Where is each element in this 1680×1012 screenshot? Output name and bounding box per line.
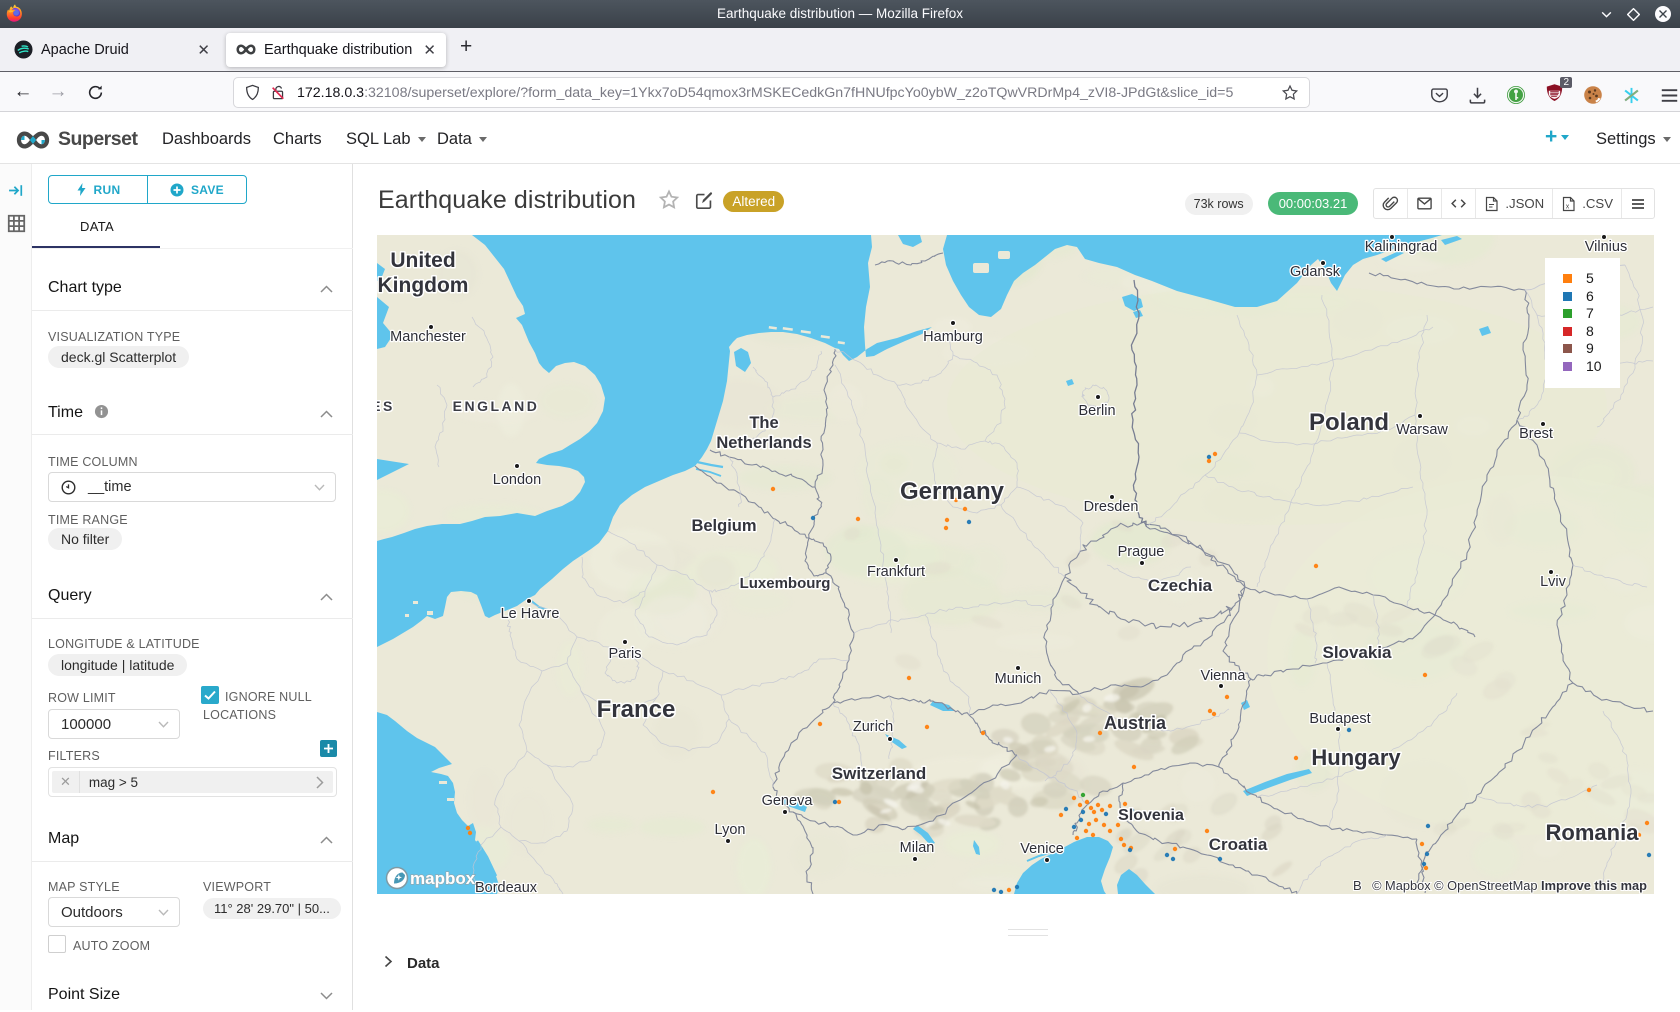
svg-text:6: 6 — [1586, 288, 1594, 304]
svg-text:Paris: Paris — [608, 646, 641, 662]
svg-text:Munich: Munich — [995, 671, 1042, 687]
svg-text:Prague: Prague — [1118, 544, 1165, 560]
svg-text:Zurich: Zurich — [853, 719, 893, 735]
svg-text:5: 5 — [1586, 270, 1594, 286]
svg-text:ES: ES — [377, 398, 395, 414]
svg-text:Czechia: Czechia — [1148, 576, 1213, 595]
svg-text:The: The — [749, 414, 778, 432]
svg-text:© Mapbox © OpenStreetMap Impro: © Mapbox © OpenStreetMap Improve this ma… — [1372, 878, 1647, 893]
svg-text:Bordeaux: Bordeaux — [475, 880, 538, 894]
svg-text:Kingdom: Kingdom — [378, 274, 469, 297]
svg-text:London: London — [493, 472, 541, 488]
svg-text:Switzerland: Switzerland — [832, 764, 926, 783]
svg-text:10: 10 — [1586, 358, 1602, 374]
svg-text:Slovakia: Slovakia — [1323, 643, 1393, 662]
svg-text:Poland: Poland — [1309, 409, 1389, 436]
svg-text:mapbox: mapbox — [410, 869, 476, 888]
svg-text:Lviv: Lviv — [1540, 574, 1567, 590]
svg-text:9: 9 — [1586, 340, 1594, 356]
svg-text:Austria: Austria — [1104, 713, 1167, 733]
svg-text:Croatia: Croatia — [1209, 835, 1268, 854]
svg-text:France: France — [597, 696, 676, 723]
svg-text:Warsaw: Warsaw — [1396, 422, 1448, 438]
svg-text:7: 7 — [1586, 305, 1594, 321]
svg-text:Venice: Venice — [1020, 841, 1064, 857]
svg-text:Manchester: Manchester — [390, 329, 466, 345]
svg-text:United: United — [390, 249, 455, 272]
svg-text:x: x — [1566, 203, 1570, 210]
svg-text:Milan: Milan — [900, 840, 935, 856]
svg-text:Romania: Romania — [1546, 820, 1640, 845]
svg-text:Netherlands: Netherlands — [716, 434, 811, 452]
svg-text:Vienna: Vienna — [1201, 668, 1247, 684]
svg-text:Lyon: Lyon — [715, 822, 746, 838]
svg-text:Slovenia: Slovenia — [1118, 807, 1184, 824]
svg-text:Brest: Brest — [1519, 426, 1553, 442]
svg-text:Berlin: Berlin — [1078, 403, 1115, 419]
svg-text:Luxembourg: Luxembourg — [740, 575, 831, 592]
svg-text:Le Havre: Le Havre — [501, 606, 560, 622]
svg-text:Kaliningrad: Kaliningrad — [1365, 239, 1438, 255]
svg-text:Hamburg: Hamburg — [923, 329, 983, 345]
svg-text:Geneva: Geneva — [762, 793, 814, 809]
svg-text:Vilnius: Vilnius — [1585, 239, 1627, 255]
svg-text:Dresden: Dresden — [1084, 499, 1139, 515]
svg-text:8: 8 — [1586, 323, 1594, 339]
svg-text:ENGLAND: ENGLAND — [453, 398, 540, 414]
svg-text:Budapest: Budapest — [1309, 711, 1370, 727]
svg-text:B: B — [1353, 878, 1362, 893]
svg-text:Frankfurt: Frankfurt — [867, 564, 925, 580]
svg-text:Germany: Germany — [900, 478, 1005, 505]
svg-text:Belgium: Belgium — [691, 517, 756, 535]
svg-text:Hungary: Hungary — [1311, 745, 1401, 770]
svg-text:Gdansk: Gdansk — [1290, 264, 1341, 280]
